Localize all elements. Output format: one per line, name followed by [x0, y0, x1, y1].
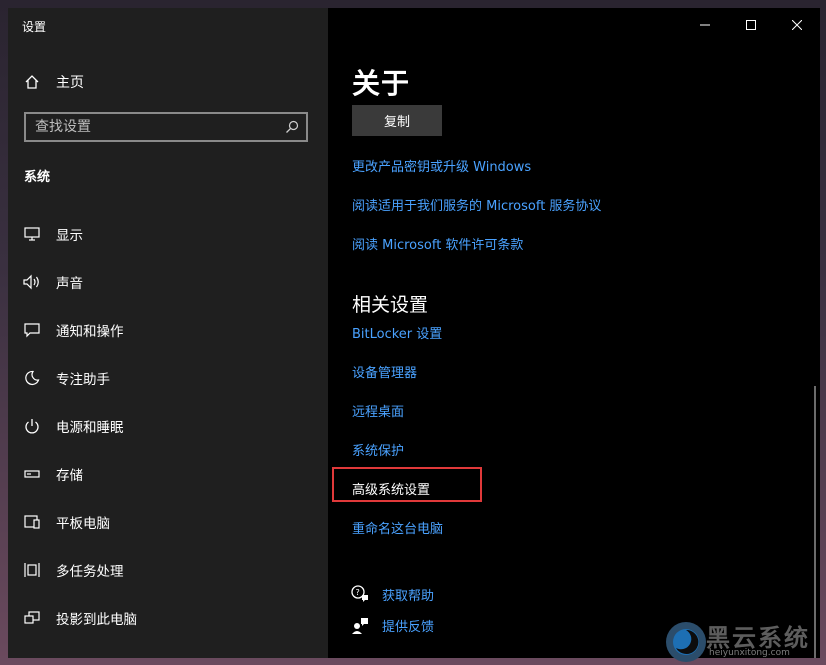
window-title: 设置: [22, 20, 47, 34]
feedback-label: 提供反馈: [382, 619, 435, 635]
display-icon: [23, 225, 41, 243]
help-label: 获取帮助: [382, 588, 435, 604]
close-icon: [792, 20, 802, 30]
link-rename-pc[interactable]: 重命名这台电脑: [352, 518, 443, 537]
sidebar-item-label: 显示: [56, 228, 83, 244]
sidebar-item-label: 通知和操作: [56, 324, 124, 340]
give-feedback-link[interactable]: 提供反馈: [350, 615, 434, 635]
help-chat-icon: ?: [350, 584, 370, 604]
settings-window: 设置 主页 系统 显示: [8, 8, 820, 658]
link-change-product-key[interactable]: 更改产品密钥或升级 Windows: [352, 156, 531, 175]
link-bitlocker-settings[interactable]: BitLocker 设置: [352, 323, 442, 342]
main-content: 关于 复制 更改产品密钥或升级 Windows 阅读适用于我们服务的 Micro…: [328, 8, 820, 658]
section-label-system: 系统: [24, 170, 51, 185]
tablet-icon: [23, 513, 41, 531]
project-icon: [23, 609, 41, 627]
sidebar-item-home[interactable]: 主页: [24, 72, 84, 92]
home-icon: [25, 75, 39, 89]
close-button[interactable]: [774, 8, 820, 42]
feedback-icon: [350, 615, 370, 635]
link-remote-desktop[interactable]: 远程桌面: [352, 401, 404, 420]
sidebar-item-project[interactable]: 投影到此电脑: [8, 598, 328, 638]
svg-text:?: ?: [356, 588, 360, 597]
power-icon: [23, 417, 41, 435]
minimize-icon: [700, 24, 710, 26]
link-device-manager[interactable]: 设备管理器: [352, 362, 417, 381]
sidebar-item-display[interactable]: 显示: [8, 214, 328, 254]
sidebar-item-focus-assist[interactable]: 专注助手: [8, 358, 328, 398]
link-software-license-terms[interactable]: 阅读 Microsoft 软件许可条款: [352, 234, 523, 253]
sidebar: 设置 主页 系统 显示: [8, 8, 328, 658]
sidebar-item-notifications[interactable]: 通知和操作: [8, 310, 328, 350]
sidebar-item-label: 主页: [56, 75, 84, 91]
multitask-icon: [23, 561, 41, 579]
sidebar-item-label: 存储: [56, 468, 83, 484]
link-system-protection[interactable]: 系统保护: [352, 440, 404, 459]
notification-icon: [23, 321, 41, 339]
search-icon[interactable]: [278, 120, 306, 134]
get-help-link[interactable]: ? 获取帮助: [350, 584, 434, 604]
search-input[interactable]: [26, 118, 278, 136]
sidebar-item-multitasking[interactable]: 多任务处理: [8, 550, 328, 590]
speaker-icon: [23, 273, 41, 291]
page-title: 关于: [352, 67, 411, 100]
moon-icon: [23, 369, 41, 387]
sidebar-item-label: 投影到此电脑: [56, 612, 137, 628]
minimize-button[interactable]: [682, 8, 728, 42]
link-microsoft-services-agreement[interactable]: 阅读适用于我们服务的 Microsoft 服务协议: [352, 195, 601, 214]
sidebar-item-tablet[interactable]: 平板电脑: [8, 502, 328, 542]
maximize-button[interactable]: [728, 8, 774, 42]
sidebar-item-storage[interactable]: 存储: [8, 454, 328, 494]
copy-button[interactable]: 复制: [352, 105, 442, 136]
sidebar-item-label: 专注助手: [56, 372, 110, 388]
maximize-icon: [746, 20, 756, 30]
sidebar-item-label: 声音: [56, 276, 83, 292]
link-advanced-system-settings[interactable]: 高级系统设置: [352, 479, 430, 498]
storage-icon: [23, 465, 41, 483]
sidebar-item-power-sleep[interactable]: 电源和睡眠: [8, 406, 328, 446]
sidebar-item-label: 平板电脑: [56, 516, 110, 532]
watermark-url: heiyunxitong.com: [709, 648, 790, 658]
related-settings-title: 相关设置: [352, 294, 429, 316]
sidebar-item-label: 电源和睡眠: [56, 420, 124, 436]
search-box[interactable]: [24, 112, 308, 142]
sidebar-item-label: 多任务处理: [56, 564, 124, 580]
sidebar-item-sound[interactable]: 声音: [8, 262, 328, 302]
